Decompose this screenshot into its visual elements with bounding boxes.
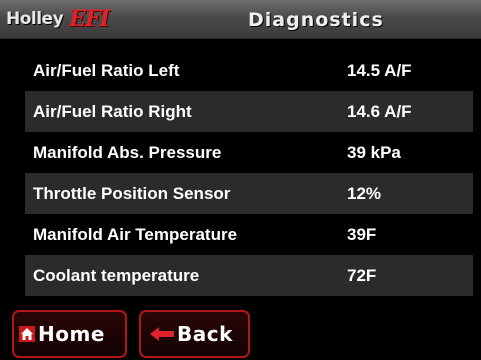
back-button-label: Back bbox=[177, 322, 233, 346]
page-title: Diagnostics bbox=[248, 9, 384, 31]
row-value: 14.6 A/F bbox=[347, 102, 412, 121]
home-button[interactable]: Home bbox=[12, 310, 127, 358]
row-label: Air/Fuel Ratio Right bbox=[33, 102, 192, 121]
row-value: 72F bbox=[347, 266, 377, 285]
table-row: Throttle Position Sensor 12% bbox=[25, 173, 473, 214]
title-bar: Holley EFI Diagnostics bbox=[0, 0, 481, 39]
row-value: 12% bbox=[347, 184, 382, 203]
table-row: Manifold Abs. Pressure 39 kPa bbox=[25, 132, 473, 173]
row-label: Manifold Abs. Pressure bbox=[33, 143, 222, 162]
table-row: Air/Fuel Ratio Left 14.5 A/F bbox=[25, 50, 473, 91]
row-value: 14.5 A/F bbox=[347, 61, 412, 80]
row-label: Air/Fuel Ratio Left bbox=[33, 61, 180, 80]
row-value: 39 kPa bbox=[347, 143, 401, 162]
logo-brand: Holley bbox=[6, 9, 64, 29]
table-row: Air/Fuel Ratio Right 14.6 A/F bbox=[25, 91, 473, 132]
row-label: Manifold Air Temperature bbox=[33, 225, 238, 244]
diagnostics-table: Air/Fuel Ratio Left 14.5 A/F Air/Fuel Ra… bbox=[25, 50, 473, 296]
row-label: Throttle Position Sensor bbox=[33, 184, 231, 203]
home-icon bbox=[19, 326, 35, 342]
table-row: Manifold Air Temperature 39F bbox=[25, 214, 473, 255]
back-button[interactable]: Back bbox=[139, 310, 250, 358]
left-arrow-icon bbox=[150, 327, 174, 341]
home-button-label: Home bbox=[38, 322, 105, 346]
holley-efi-logo: Holley EFI bbox=[6, 6, 110, 32]
table-row: Coolant temperature 72F bbox=[25, 255, 473, 296]
row-value: 39F bbox=[347, 225, 377, 244]
row-label: Coolant temperature bbox=[33, 266, 200, 285]
logo-efi: EFI bbox=[69, 6, 110, 32]
